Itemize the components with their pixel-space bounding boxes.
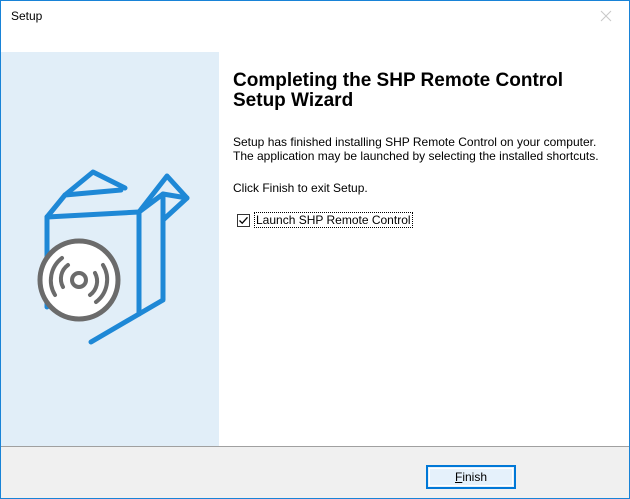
launch-option[interactable]: Launch SHP Remote Control: [237, 212, 613, 228]
software-box-cd-icon: [37, 169, 190, 345]
title-bar[interactable]: Setup: [1, 1, 629, 31]
launch-checkbox[interactable]: [237, 213, 250, 227]
close-icon: [600, 10, 612, 22]
page-title: Completing the SHP Remote Control Setup …: [233, 70, 564, 111]
finish-button[interactable]: Finish: [426, 465, 516, 489]
close-button[interactable]: [583, 1, 629, 31]
window-title: Setup: [11, 9, 43, 23]
finish-instruction: Click Finish to exit Setup.: [233, 181, 368, 195]
finish-button-label: Finish: [454, 470, 488, 484]
checkmark-icon: [239, 216, 248, 224]
launch-checkbox-label[interactable]: Launch SHP Remote Control: [254, 212, 413, 228]
wizard-sidebar: [1, 52, 219, 446]
setup-window: Setup Completing the SHP Remote Control …: [0, 0, 630, 499]
wizard-content: Completing the SHP Remote Control Setup …: [233, 70, 613, 228]
completion-message: Setup has finished installing SHP Remote…: [233, 135, 599, 163]
button-bar: Finish: [1, 447, 629, 498]
